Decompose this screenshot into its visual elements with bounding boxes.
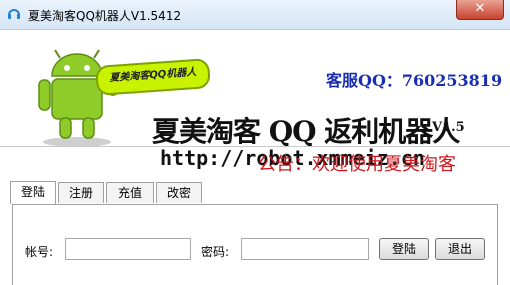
account-input[interactable] — [65, 238, 191, 260]
title-bar: 夏美淘客QQ机器人V1.5412 ✕ — [0, 0, 510, 30]
mascot-badge: 夏美淘客QQ机器人 — [95, 58, 211, 96]
divider — [0, 146, 510, 147]
password-label: 密码: — [201, 245, 230, 259]
tab-recharge[interactable]: 充值 — [106, 182, 154, 203]
tab-register[interactable]: 注册 — [58, 182, 104, 203]
password-input[interactable] — [241, 238, 369, 260]
login-button[interactable]: 登陆 — [379, 238, 429, 260]
tab-change-password[interactable]: 改密 — [156, 182, 202, 203]
login-panel: 帐号: 密码: 登陆 退出 — [12, 204, 498, 285]
version-label: V1.5 — [432, 120, 465, 135]
close-icon: ✕ — [474, 1, 486, 16]
account-label: 帐号: — [25, 245, 54, 259]
exit-button[interactable]: 退出 — [435, 238, 485, 260]
contact-qq: 客服QQ：760253819 — [326, 71, 503, 90]
close-button[interactable]: ✕ — [456, 0, 504, 20]
window-title: 夏美淘客QQ机器人V1.5412 — [28, 9, 182, 23]
app-title: 夏美淘客 QQ 返利机器人 — [152, 115, 460, 148]
qq-headset-icon — [8, 9, 20, 19]
tab-login[interactable]: 登陆 — [10, 181, 56, 204]
banner: 夏美淘客QQ机器人 客服QQ：760253819 夏美淘客 QQ 返利机器人 V… — [0, 30, 510, 170]
notice-marquee: 公告：欢迎使用夏美淘客 — [258, 154, 456, 175]
